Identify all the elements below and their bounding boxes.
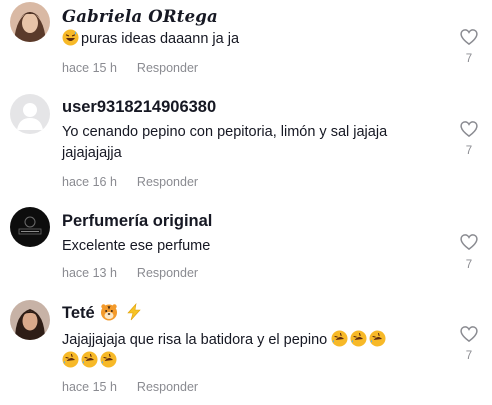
comment-meta: hace 15 h Responder xyxy=(62,380,198,394)
rolling-laughing-emoji-icon xyxy=(331,330,348,347)
comment-text-content: Jajajjajaja que risa la batidora y el pe… xyxy=(62,332,328,348)
avatar[interactable] xyxy=(10,300,50,340)
like-heart-icon[interactable] xyxy=(459,324,479,344)
comment-username-text: Teté xyxy=(62,304,95,322)
reply-button[interactable]: Responder xyxy=(137,266,198,280)
comment-username[interactable]: Perfumería original xyxy=(62,212,212,231)
comment-meta: hace 16 h Responder xyxy=(62,175,198,189)
like-count: 7 xyxy=(465,350,473,362)
rolling-laughing-emoji-icon xyxy=(350,330,367,347)
comment-timestamp: hace 13 h xyxy=(62,266,117,280)
comment-meta: hace 13 h Responder xyxy=(62,266,198,280)
comment-meta: hace 15 h Responder xyxy=(62,61,198,75)
rolling-laughing-emoji-icon xyxy=(62,351,79,368)
comment-timestamp: hace 15 h xyxy=(62,380,117,394)
reply-button[interactable]: Responder xyxy=(137,61,198,75)
like-count: 7 xyxy=(465,145,473,157)
avatar[interactable] xyxy=(10,2,50,42)
comment-text: Excelente ese perfume xyxy=(62,238,211,254)
reply-button[interactable]: Responder xyxy=(137,380,198,394)
rolling-laughing-emoji-icon xyxy=(100,351,117,368)
comment-timestamp: hace 15 h xyxy=(62,61,117,75)
comment-timestamp: hace 16 h xyxy=(62,175,117,189)
comment-username[interactable]: Gabriela ORtega xyxy=(62,7,218,26)
comment-text: Yo cenando pepino con pepitoria, limón y… xyxy=(62,124,388,161)
grinning-sweat-emoji-icon xyxy=(62,29,79,46)
comment-text-content: puras ideas daaann ja ja xyxy=(81,31,240,47)
comment-text: puras ideas daaann ja ja xyxy=(62,29,432,50)
comment-text: Jajajjajaja que risa la batidora y el pe… xyxy=(62,330,432,372)
comment-username[interactable]: Teté xyxy=(62,303,145,323)
tiger-face-icon xyxy=(100,303,118,321)
like-heart-icon[interactable] xyxy=(459,119,479,139)
lightning-bolt-icon xyxy=(125,303,143,321)
like-count: 7 xyxy=(465,259,473,271)
reply-button[interactable]: Responder xyxy=(137,175,198,189)
avatar[interactable] xyxy=(10,94,50,134)
rolling-laughing-emoji-icon xyxy=(81,351,98,368)
like-heart-icon[interactable] xyxy=(459,27,479,47)
rolling-laughing-emoji-icon xyxy=(369,330,386,347)
like-heart-icon[interactable] xyxy=(459,232,479,252)
comment-username[interactable]: user9318214906380 xyxy=(62,98,216,117)
avatar[interactable] xyxy=(10,207,50,247)
like-count: 7 xyxy=(465,53,473,65)
